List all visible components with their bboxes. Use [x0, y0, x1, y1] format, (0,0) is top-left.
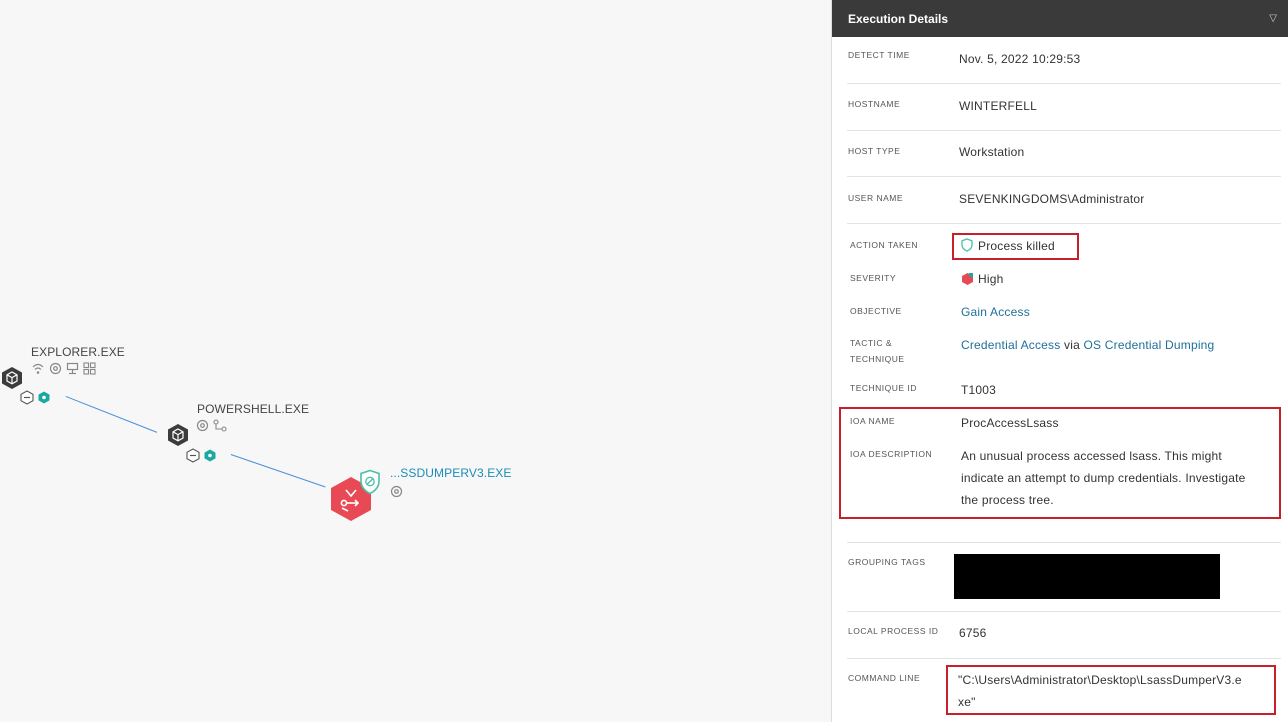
severity-value: High	[978, 272, 1004, 286]
divider	[847, 223, 1281, 224]
edge-powershell-lsassdumper	[230, 454, 326, 488]
sensor-indicator-icon	[204, 449, 216, 462]
hostname-label: HOSTNAME	[848, 99, 901, 109]
grouping-tags-redacted	[954, 554, 1220, 599]
node-label-powershell[interactable]: POWERSHELL.EXE	[197, 402, 309, 416]
user-name-value: SEVENKINGDOMS\Administrator	[959, 192, 1145, 206]
grouping-tags-label: GROUPING TAGS	[848, 557, 926, 567]
tactic-link[interactable]: Credential Access	[961, 338, 1060, 352]
dns-icon	[196, 419, 209, 432]
node-indicators-explorer	[31, 362, 96, 375]
technique-link[interactable]: OS Credential Dumping	[1084, 338, 1215, 352]
command-line-label: COMMAND LINE	[848, 673, 921, 683]
grid-icon	[83, 362, 96, 375]
divider	[847, 658, 1281, 659]
divider	[847, 130, 1281, 131]
user-name-label: USER NAME	[848, 193, 904, 203]
action-taken-label: ACTION TAKEN	[850, 240, 919, 250]
divider	[847, 176, 1281, 177]
detect-time-value: Nov. 5, 2022 10:29:53	[959, 52, 1081, 66]
node-label-lsassdumper[interactable]: ...SSDUMPERV3.EXE	[390, 466, 512, 480]
shield-icon	[961, 238, 973, 252]
tactic-label-line2: TECHNIQUE	[850, 354, 905, 364]
edge-explorer-powershell	[65, 396, 158, 433]
process-node-icon[interactable]	[1, 366, 23, 390]
divider	[847, 83, 1281, 84]
technique-id-value: T1003	[961, 383, 997, 397]
divider	[847, 542, 1281, 543]
network-icon	[32, 363, 44, 374]
technique-id-label: TECHNIQUE ID	[850, 383, 917, 393]
dns-icon	[49, 362, 62, 375]
panel-title: Execution Details	[848, 11, 949, 26]
shield-blocked-icon	[360, 469, 380, 495]
chevron-down-icon[interactable]: ▽	[1269, 13, 1277, 24]
action-taken-value: Process killed	[978, 239, 1055, 253]
collapse-node-icon[interactable]	[186, 448, 200, 463]
collapse-node-icon[interactable]	[20, 390, 34, 405]
ioa-description-line3: the process tree.	[961, 493, 1054, 507]
process-node-icon[interactable]	[167, 423, 189, 447]
tactic-label-line1: TACTIC &	[850, 338, 893, 348]
local-process-id-value: 6756	[959, 626, 987, 640]
node-indicators-powershell	[196, 419, 227, 432]
ioa-description-line2: indicate an attempt to dump credentials.…	[961, 471, 1246, 485]
detect-time-label: DETECT TIME	[848, 50, 910, 60]
tactic-technique-value: Credential Access via OS Credential Dump…	[961, 334, 1214, 356]
divider	[847, 611, 1281, 612]
registry-icon	[66, 362, 79, 375]
panel-header: Execution Details ▽	[832, 0, 1288, 37]
ioa-description-line1: An unusual process accessed lsass. This …	[961, 449, 1222, 463]
command-line-line2: xe"	[958, 695, 976, 709]
objective-label: OBJECTIVE	[850, 306, 902, 316]
severity-high-icon	[962, 273, 973, 285]
host-type-label: HOST TYPE	[848, 146, 901, 156]
host-type-value: Workstation	[959, 145, 1025, 159]
hostname-value: WINTERFELL	[959, 99, 1038, 113]
dns-icon	[390, 485, 403, 498]
sensor-indicator-icon	[38, 391, 50, 404]
node-label-explorer[interactable]: EXPLORER.EXE	[31, 345, 125, 359]
via-text: via	[1064, 338, 1080, 352]
execution-details-panel: Execution Details ▽ DETECT TIME Nov. 5, …	[831, 0, 1288, 722]
command-line-line1: "C:\Users\Administrator\Desktop\LsassDum…	[958, 673, 1242, 687]
process-branch-icon	[213, 419, 227, 432]
ioa-description-label: IOA DESCRIPTION	[850, 449, 933, 459]
ioa-name-value: ProcAccessLsass	[961, 416, 1059, 430]
process-tree-graph[interactable]: EXPLORER.EXE POWERSHELL.EXE ...SSDUMPERV…	[0, 0, 831, 722]
severity-label: SEVERITY	[850, 273, 897, 283]
objective-link[interactable]: Gain Access	[961, 301, 1030, 323]
local-process-id-label: LOCAL PROCESS ID	[848, 626, 939, 636]
ioa-name-label: IOA NAME	[850, 416, 896, 426]
